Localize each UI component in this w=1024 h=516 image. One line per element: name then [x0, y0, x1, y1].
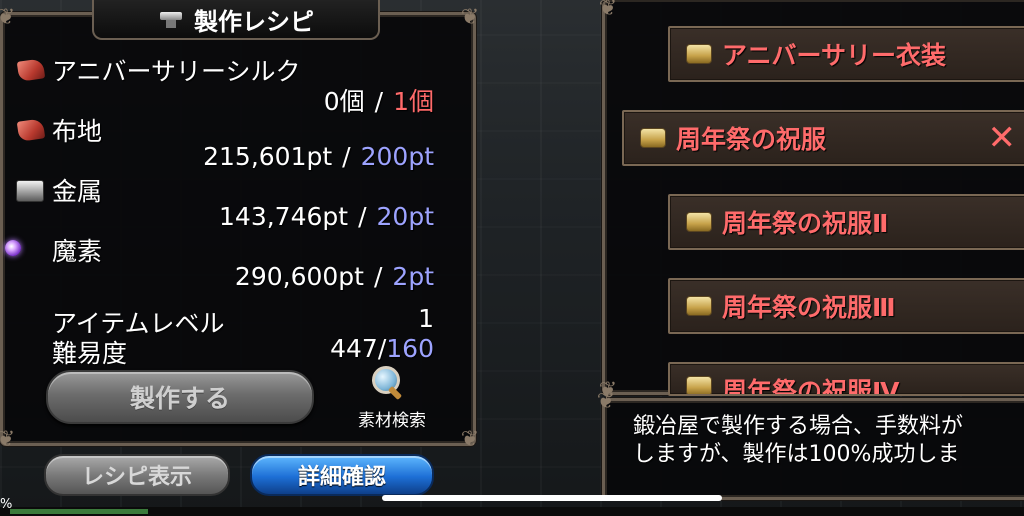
recipe-title: 製作レシピ [194, 7, 314, 36]
ornament-corner-icon: ❦ [0, 427, 16, 452]
magnifier-icon [372, 366, 403, 401]
material-quantity: 0個/1個 [323, 87, 434, 116]
item-level-value: 1 [418, 304, 434, 333]
recipe-list-item[interactable]: アニバーサリー衣装 [668, 26, 1024, 82]
material-quantity: 290,600pt/2pt [234, 262, 434, 291]
material-quantity: 143,746pt/20pt [219, 202, 434, 231]
recipe-list-item[interactable]: 周年祭の祝服Ⅲ [668, 278, 1024, 334]
material-quantity: 215,601pt/200pt [203, 142, 434, 171]
detail-check-button[interactable]: 詳細確認 [250, 454, 434, 496]
scroll-icon [686, 296, 712, 316]
material-name: アニバーサリーシルク [52, 57, 301, 86]
recipe-list-item-selected[interactable]: 周年祭の祝服 ✕ [622, 110, 1024, 166]
recipe-list-item[interactable]: 周年祭の祝服Ⅳ [668, 362, 1024, 396]
scroll-icon [686, 212, 712, 232]
ornament-corner-icon: ❦ [460, 5, 480, 30]
ornament-corner-icon: ❦ [598, 0, 618, 21]
message-text: 鍛冶屋で製作する場合、手数料が しますが、製作は100%成功しま [633, 414, 964, 467]
difficulty-value: 447/160 [330, 334, 434, 363]
metal-icon [16, 180, 44, 202]
essence-icon [5, 240, 21, 256]
close-icon[interactable]: ✕ [988, 118, 1017, 158]
progress-bar [0, 507, 1024, 516]
material-name: 布地 [52, 117, 103, 146]
recipe-list-item[interactable]: 周年祭の祝服Ⅱ [668, 194, 1024, 250]
ornament-corner-icon: ❦ [0, 5, 16, 30]
material-search-label: 素材検索 [358, 411, 426, 431]
home-indicator[interactable] [382, 495, 722, 501]
ornament-corner-icon: ❦ [460, 427, 480, 452]
craft-button[interactable]: 製作する [46, 370, 314, 424]
material-search-button[interactable]: 素材検索 [350, 366, 434, 431]
recipe-title-bar: 製作レシピ [92, 0, 380, 40]
message-box: ❦ 鍛冶屋で製作する場合、手数料が しますが、製作は100%成功しま [597, 389, 1024, 500]
anvil-icon [158, 8, 184, 30]
material-name: 金属 [52, 177, 103, 206]
scroll-icon [640, 128, 666, 148]
ornament-corner-icon: ❦ [596, 389, 616, 414]
progress-percent: % [0, 497, 13, 512]
scroll-icon [686, 376, 712, 394]
scroll-icon [686, 44, 712, 64]
recipe-view-button[interactable]: レシピ表示 [44, 454, 230, 496]
difficulty-label: 難易度 [52, 339, 128, 368]
material-name: 魔素 [52, 237, 103, 266]
